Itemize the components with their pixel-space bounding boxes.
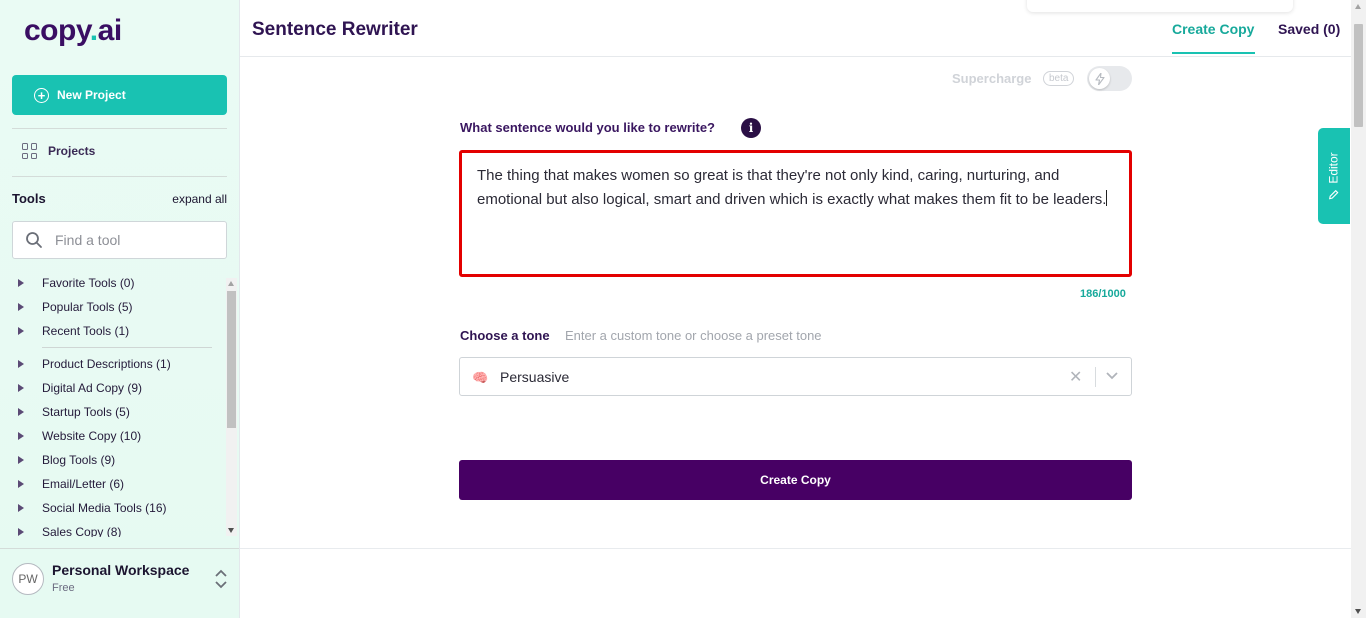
tool-group-label: Email/Letter (6) [42,477,125,491]
tool-search [12,221,227,259]
tool-group-label: Product Descriptions (1) [42,357,171,371]
scroll-down-arrow-icon[interactable] [1355,609,1361,614]
search-icon [26,232,42,248]
caret-right-icon [18,327,24,335]
projects-label: Projects [48,144,96,158]
content-divider [240,548,1351,549]
tool-group-recent[interactable]: Recent Tools (1) [12,321,129,341]
tool-group-label: Startup Tools (5) [42,405,130,419]
tool-group-label: Website Copy (10) [42,429,142,443]
scroll-down-arrow-icon[interactable] [228,528,234,533]
tools-header: Tools expand all [12,191,227,206]
caret-right-icon [18,528,24,536]
tool-group-label: Sales Copy (8) [42,525,122,537]
caret-right-icon [18,480,24,488]
brain-icon: 🧠 [472,370,489,385]
new-project-label: New Project [57,88,126,102]
tool-group-favorite[interactable]: Favorite Tools (0) [12,273,134,293]
expand-all-link[interactable]: expand all [172,192,227,206]
lightning-icon [1094,72,1105,85]
tab-create-copy[interactable]: Create Copy [1172,21,1254,37]
sentence-question-label: What sentence would you like to rewrite? [460,120,715,135]
tool-group-label: Recent Tools (1) [42,324,130,338]
workspace-plan: Free [52,582,75,594]
tool-group-label: Social Media Tools (16) [42,501,167,515]
copyai-logo[interactable]: copy.ai [24,14,122,48]
grid-icon [22,143,38,159]
tone-label: Choose a tone [460,328,550,343]
tool-list: Favorite Tools (0) Popular Tools (5) Rec… [12,272,224,537]
supercharge-toggle[interactable] [1087,66,1132,91]
tool-group-label: Blog Tools (9) [42,453,116,467]
caret-right-icon [18,279,24,287]
tool-list-scrollbar[interactable] [226,278,237,536]
scroll-up-arrow-icon[interactable] [228,281,234,286]
toggle-knob [1089,68,1110,89]
active-tab-indicator [1172,52,1255,54]
caret-right-icon [18,504,24,512]
sentence-input[interactable]: The thing that makes women so great is t… [459,150,1132,277]
caret-right-icon [18,408,24,416]
info-icon[interactable]: i [741,118,761,138]
tool-group-label: Popular Tools (5) [42,300,133,314]
plus-circle-icon: + [34,87,49,103]
tool-group-social-media[interactable]: Social Media Tools (16) [12,498,167,518]
tool-list-divider [42,347,212,348]
tools-title: Tools [12,191,46,206]
supercharge-label: Supercharge [952,71,1032,86]
text-caret [1106,190,1108,206]
editor-side-tab[interactable]: Editor [1318,128,1350,224]
tool-group-sales-copy[interactable]: Sales Copy (8) [12,522,121,537]
sidebar: copy.ai + New Project Projects Tools exp… [0,0,240,618]
search-input[interactable] [55,232,205,248]
tool-group-product-descriptions[interactable]: Product Descriptions (1) [12,354,171,374]
tool-group-popular[interactable]: Popular Tools (5) [12,297,133,317]
tool-group-startup-tools[interactable]: Startup Tools (5) [12,402,130,422]
caret-right-icon [18,303,24,311]
workspace-switcher[interactable]: PW Personal Workspace Free [0,548,239,618]
caret-right-icon [18,432,24,440]
new-project-button[interactable]: + New Project [12,75,227,115]
tool-group-digital-ad-copy[interactable]: Digital Ad Copy (9) [12,378,142,398]
sidebar-divider [12,176,227,177]
editor-label: Editor [1327,152,1342,184]
tool-group-email-letter[interactable]: Email/Letter (6) [12,474,124,494]
workspace-name: Personal Workspace [52,562,190,578]
caret-right-icon [18,456,24,464]
sidebar-item-projects[interactable]: Projects [22,143,95,159]
select-separator [1095,367,1096,387]
tone-hint: Enter a custom tone or choose a preset t… [565,328,822,343]
caret-right-icon [18,384,24,392]
main-content: Supercharge beta What sentence would you… [240,57,1351,618]
character-count: 186/1000 [1080,288,1126,300]
sentence-text: The thing that makes women so great is t… [477,167,1107,208]
tool-group-website-copy[interactable]: Website Copy (10) [12,426,141,446]
beta-badge: beta [1043,71,1075,86]
caret-right-icon [18,360,24,368]
tool-group-label: Digital Ad Copy (9) [42,381,143,395]
page-scrollbar[interactable] [1351,0,1366,618]
dropdown-popup [1027,0,1293,12]
pencil-icon [1329,189,1339,200]
avatar: PW [12,563,44,595]
chevron-down-icon[interactable] [1105,371,1119,381]
scroll-up-arrow-icon[interactable] [1355,4,1361,9]
create-copy-button[interactable]: Create Copy [459,460,1132,500]
chevron-up-down-icon[interactable] [214,569,228,589]
tone-select[interactable]: 🧠 Persuasive ✕ [459,357,1132,396]
tool-group-blog-tools[interactable]: Blog Tools (9) [12,450,115,470]
clear-icon[interactable]: ✕ [1069,367,1082,387]
scrollbar-thumb[interactable] [1354,24,1363,127]
tone-selected-value: Persuasive [500,369,570,385]
sidebar-divider [12,128,227,129]
page-header: Sentence Rewriter Create Copy Saved (0) [240,0,1351,57]
page-title: Sentence Rewriter [252,19,418,40]
tab-saved[interactable]: Saved (0) [1278,21,1340,37]
scrollbar-thumb[interactable] [227,291,236,428]
tool-group-label: Favorite Tools (0) [42,276,135,290]
